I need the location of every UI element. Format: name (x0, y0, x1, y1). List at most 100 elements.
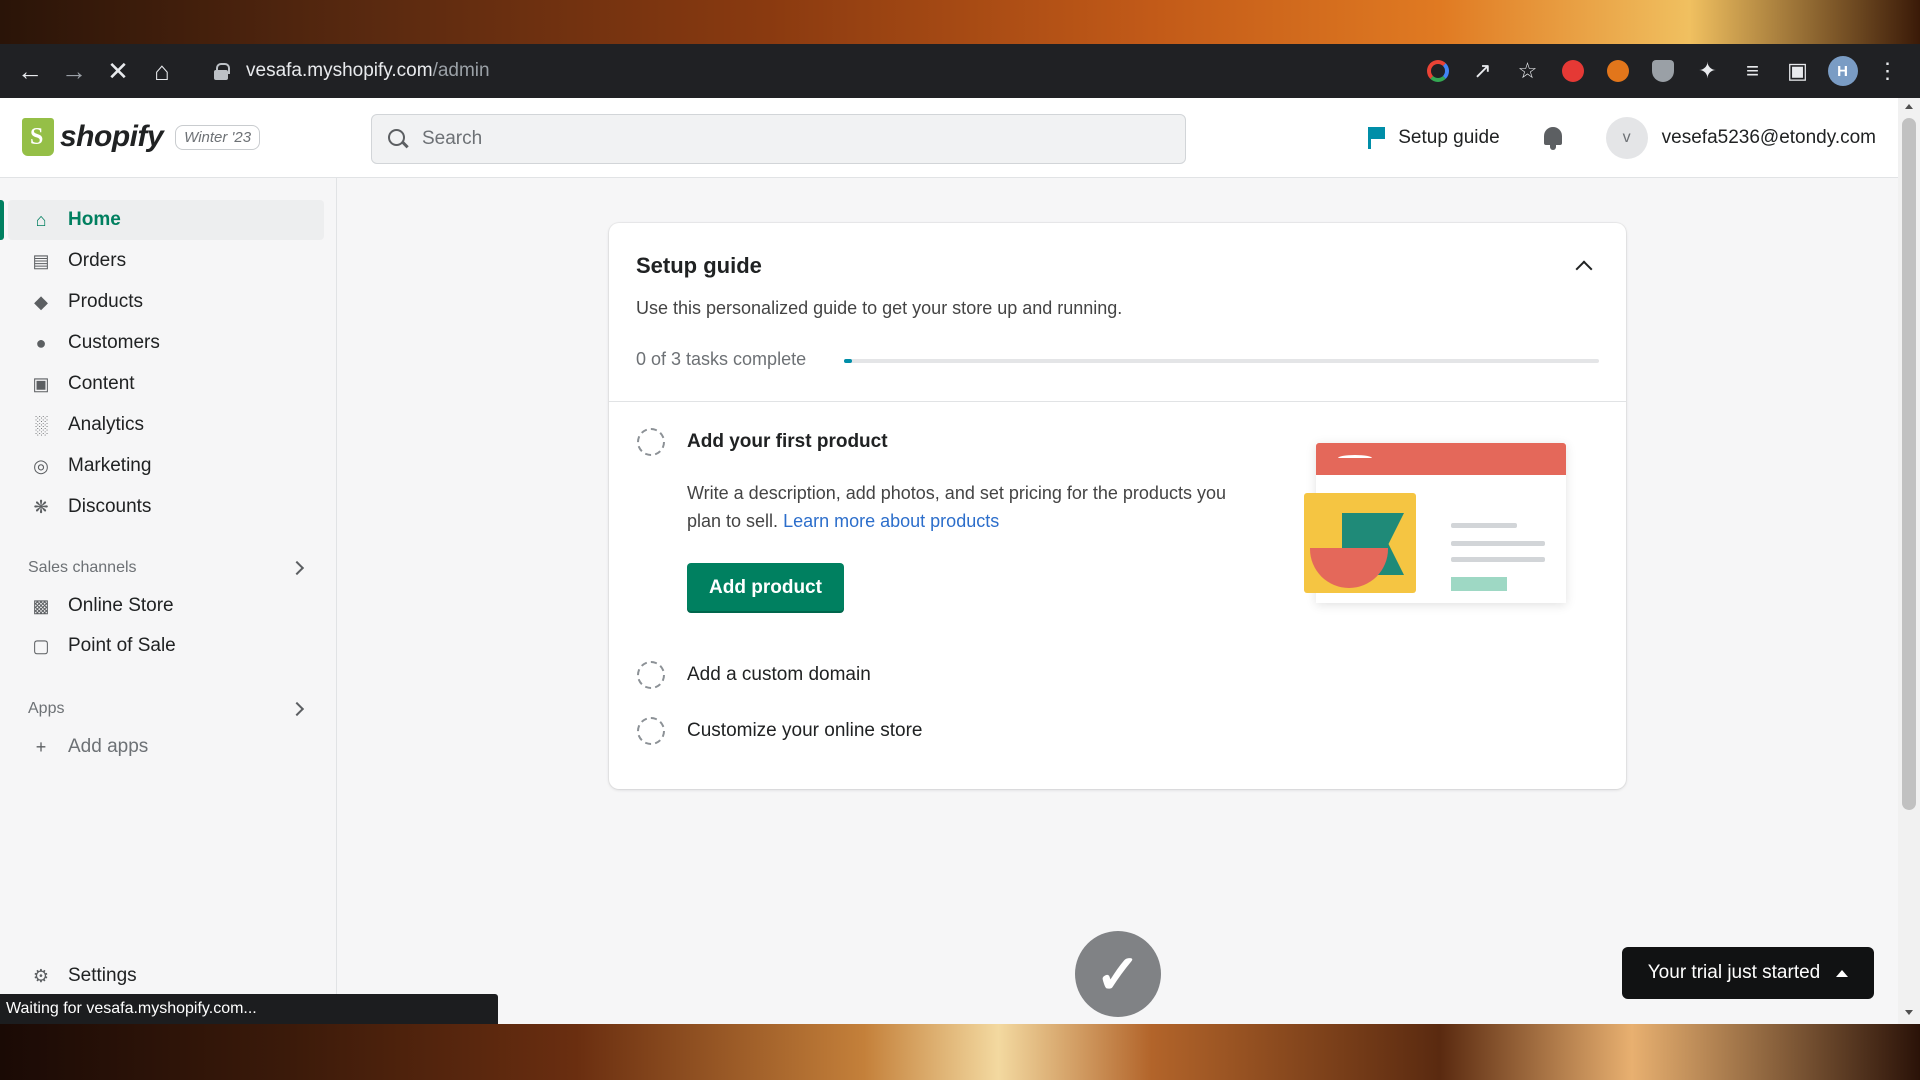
sidebar-item-products[interactable]: ◆ Products (8, 282, 324, 322)
sales-channels-heading: Sales channels (28, 559, 137, 576)
shopify-bag-icon (22, 118, 54, 156)
url-path: /admin (432, 60, 490, 81)
trial-label: Your trial just started (1647, 962, 1821, 983)
setup-guide-card: Setup guide Use this personalized guide … (609, 223, 1626, 789)
chevron-up-icon[interactable] (1575, 260, 1593, 278)
content-icon: ▣ (32, 373, 50, 394)
progress-bar (844, 359, 1599, 363)
task-title[interactable]: Add your first product (687, 431, 888, 453)
card-divider (609, 401, 1626, 402)
bookmark-star-icon[interactable]: ☆ (1509, 53, 1546, 90)
metamask-icon[interactable] (1599, 53, 1636, 90)
sidebar-item-customers[interactable]: ● Customers (8, 323, 324, 363)
kebab-menu-icon[interactable]: ⋮ (1869, 53, 1906, 90)
extension-red-icon[interactable] (1554, 53, 1591, 90)
edition-badge: Winter '23 (175, 124, 261, 150)
brand-name: shopify (60, 120, 164, 153)
trial-banner-button[interactable]: Your trial just started (1622, 947, 1874, 999)
sidebar-item-home[interactable]: ⌂ Home (0, 200, 324, 240)
side-panel-icon[interactable]: ▣ (1779, 53, 1816, 90)
sidebar-item-analytics[interactable]: ░ Analytics (8, 405, 324, 445)
sidebar-item-content[interactable]: ▣ Content (8, 364, 324, 404)
person-icon: ● (35, 332, 47, 353)
address-bar[interactable]: vesafa.myshopify.com/admin (198, 52, 1390, 90)
sidebar-item-marketing[interactable]: ◎ Marketing (8, 446, 324, 486)
card-subtitle: Use this personalized guide to get your … (636, 298, 1123, 318)
add-product-button[interactable]: Add product (687, 563, 844, 613)
target-icon: ◎ (33, 455, 49, 476)
browser-toolbar: ← → ✕ ⌂ vesafa.myshopify.com/admin ↗ ☆ ✦… (0, 44, 1920, 98)
task-title[interactable]: Add a custom domain (687, 664, 871, 686)
video-frame-top (0, 0, 1920, 44)
flag-icon (1366, 126, 1386, 150)
task-status-circle[interactable] (637, 717, 665, 745)
sidebar-item-label: Point of Sale (68, 635, 176, 656)
apps-header[interactable]: Apps (28, 694, 308, 724)
progress-label: 0 of 3 tasks complete (636, 349, 807, 369)
chevron-right-icon (289, 701, 305, 717)
reading-list-icon[interactable]: ≡ (1734, 53, 1771, 90)
progress-fill (844, 359, 852, 363)
task-status-circle[interactable] (637, 428, 665, 456)
sidebar-item-add-apps[interactable]: + Add apps (8, 727, 324, 767)
search-input[interactable]: Search (371, 114, 1186, 164)
sidebar-item-label: Marketing (68, 455, 152, 476)
sidebar-item-discounts[interactable]: ❋ Discounts (8, 487, 324, 527)
orders-inbox-icon: ▤ (32, 250, 50, 271)
setup-guide-link[interactable]: Setup guide (1366, 126, 1500, 150)
bell-icon[interactable] (1540, 125, 1566, 151)
sidebar-item-online-store[interactable]: ▩ Online Store (8, 586, 324, 626)
sidebar-item-label: Online Store (68, 595, 174, 616)
back-icon[interactable]: ← (8, 49, 52, 93)
tag-icon: ◆ (34, 291, 48, 312)
search-placeholder: Search (422, 128, 483, 149)
bar-chart-icon: ░ (34, 414, 48, 435)
sidebar: ⌂ Home ▤ Orders ◆ Products ● Customers ▣… (0, 178, 337, 1024)
gear-icon: ⚙ (32, 965, 50, 986)
puzzle-icon[interactable]: ✦ (1689, 53, 1726, 90)
stop-icon[interactable]: ✕ (96, 49, 140, 93)
sidebar-item-label: Discounts (68, 496, 152, 517)
admin-topbar: shopify Winter '23 Search Setup guide v … (0, 98, 1898, 178)
plus-icon: + (35, 736, 47, 757)
forward-icon[interactable]: → (52, 49, 96, 93)
setup-guide-label: Setup guide (1398, 127, 1500, 148)
user-email[interactable]: vesefa5236@etondy.com (1662, 127, 1876, 149)
sidebar-item-label: Add apps (68, 736, 149, 757)
sidebar-item-orders[interactable]: ▤ Orders (8, 241, 324, 281)
sidebar-item-label: Customers (68, 332, 160, 353)
sidebar-item-point-of-sale[interactable]: ▢ Point of Sale (8, 626, 324, 666)
google-icon[interactable] (1419, 53, 1456, 90)
scroll-down-arrow-icon[interactable] (1905, 1010, 1913, 1015)
profile-avatar[interactable]: H (1824, 53, 1861, 90)
card-title: Setup guide (636, 253, 762, 278)
scrollbar[interactable] (1898, 98, 1920, 1024)
task-description: Write a description, add photos, and set… (687, 483, 1226, 531)
sidebar-item-label: Home (68, 209, 121, 230)
task-title[interactable]: Customize your online store (687, 720, 923, 742)
pos-icon: ▢ (32, 635, 50, 656)
caret-up-icon (1836, 969, 1849, 977)
home-icon: ⌂ (35, 209, 47, 230)
sales-channels-header[interactable]: Sales channels (28, 553, 308, 583)
user-avatar[interactable]: v (1605, 117, 1648, 159)
product-illustration (1304, 443, 1584, 613)
learn-more-link[interactable]: Learn more about products (783, 511, 999, 531)
shopify-logo[interactable]: shopify Winter '23 (22, 118, 261, 156)
lock-icon[interactable] (214, 63, 230, 80)
checkmark-icon: ✓ (1075, 931, 1161, 1017)
scroll-up-arrow-icon[interactable] (1905, 104, 1913, 109)
store-icon: ▩ (32, 595, 50, 616)
chevron-right-icon (289, 560, 305, 576)
sidebar-item-label: Products (68, 291, 143, 312)
task-status-circle[interactable] (637, 661, 665, 689)
share-icon[interactable]: ↗ (1464, 53, 1501, 90)
home-icon[interactable]: ⌂ (140, 49, 184, 93)
scroll-thumb[interactable] (1902, 118, 1916, 810)
apps-heading: Apps (28, 700, 65, 717)
sidebar-item-settings[interactable]: ⚙ Settings (8, 956, 324, 996)
sidebar-item-label: Content (68, 373, 135, 394)
shield-extension-icon[interactable] (1644, 53, 1681, 90)
url-host: vesafa.myshopify.com (246, 60, 433, 81)
sidebar-item-label: Analytics (68, 414, 145, 435)
